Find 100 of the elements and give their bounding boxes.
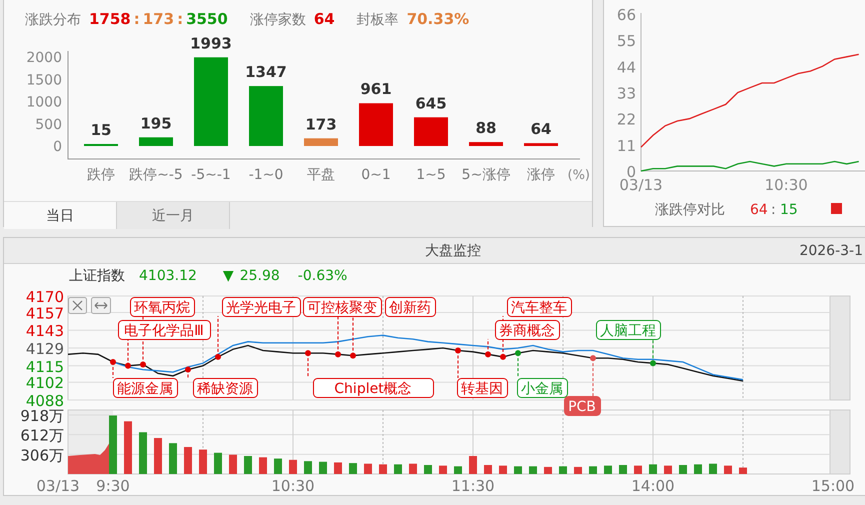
index-percent: -0.63% — [298, 268, 348, 284]
volume-bar — [454, 466, 462, 474]
axis-tick-label: 22 — [616, 110, 636, 129]
bar — [414, 117, 448, 146]
volume-bar — [184, 447, 192, 474]
bar — [139, 137, 173, 146]
volume-bar — [604, 466, 612, 474]
axis-tick-label: 15:00 — [811, 477, 855, 495]
category-label: 跌停 — [87, 167, 115, 183]
volume-bar — [334, 462, 342, 474]
axis-tick-label: 9:30 — [96, 477, 130, 495]
volume-bar — [169, 443, 177, 474]
volume-bar — [694, 464, 702, 474]
tab[interactable]: 近一月 — [117, 202, 230, 229]
concept-tag[interactable]: 可控核聚变 — [303, 297, 382, 317]
volume-bar — [619, 465, 627, 474]
bar-value-label: 1993 — [190, 34, 232, 52]
volume-bar — [649, 464, 657, 474]
concept-tag[interactable]: 券商概念 — [495, 320, 560, 340]
axis-tick-label: 4157 — [26, 304, 64, 322]
summary-value: : — [134, 10, 140, 28]
volume-bar — [499, 466, 507, 474]
axis-tick-label: 4102 — [26, 374, 64, 392]
volume-bar — [379, 464, 387, 474]
bar-value-label: 173 — [305, 115, 337, 134]
category-label: 1~5 — [416, 167, 446, 183]
bar-value-label: 15 — [90, 121, 112, 139]
date-label: 2026-3-1 — [799, 242, 863, 258]
volume-bar — [214, 452, 222, 474]
axis-tick-label: 1000 — [26, 94, 62, 110]
volume-bar — [514, 466, 522, 474]
volume-bar — [739, 468, 747, 474]
concept-tag[interactable]: PCB — [564, 396, 601, 416]
legend-value: 64 — [750, 202, 768, 218]
concept-tag[interactable]: 小金属 — [517, 378, 568, 398]
concept-tag[interactable]: 人脑工程 — [596, 320, 661, 340]
volume-bar — [544, 466, 552, 474]
legend-swatch — [831, 203, 842, 214]
bar — [249, 86, 283, 146]
volume-bar — [724, 466, 732, 474]
axis-tick-label: 03/13 — [36, 477, 80, 495]
axis-tick-label: 14:00 — [631, 477, 675, 495]
bar-value-label: 961 — [360, 80, 392, 98]
concept-tag[interactable]: 能源金属 — [113, 378, 178, 398]
volume-bar — [154, 438, 162, 474]
axis-unit-label: (%) — [568, 168, 590, 183]
concept-tag[interactable]: 光学光电子 — [222, 297, 301, 317]
panel-title: 大盘监控 — [425, 242, 481, 260]
axis-tick-label: 4115 — [26, 358, 64, 376]
legend-separator: : — [771, 202, 776, 218]
change-arrow: ▼ — [222, 268, 234, 284]
axis-tick-label: 0 — [53, 139, 62, 155]
tab[interactable]: 当日 — [4, 202, 117, 229]
volume-bar — [244, 456, 252, 474]
concept-tag[interactable]: 稀缺资源 — [193, 378, 258, 398]
summary-value: 64 — [314, 10, 335, 28]
bar-value-label: 195 — [140, 114, 172, 132]
axis-tick-label: 4143 — [26, 322, 64, 340]
legend-label: 涨跌停对比 — [655, 202, 725, 218]
axis-tick-label: 66 — [616, 6, 636, 24]
concept-tag[interactable]: 电子化学品Ⅲ — [118, 320, 211, 340]
axis-tick-label: 10:30 — [764, 176, 808, 194]
volume-bar — [424, 465, 432, 474]
category-label: -1~0 — [248, 167, 284, 183]
axis-tick-label: 2000 — [26, 50, 62, 66]
volume-bar — [679, 465, 687, 474]
summary-value: 70.33% — [406, 10, 470, 28]
axis-tick-label: 4170 — [26, 288, 64, 306]
volume-bar — [109, 416, 117, 474]
concept-tag[interactable]: 环氧丙烷 — [130, 297, 195, 317]
expand-button[interactable] — [91, 297, 111, 314]
category-label: 跌停~-5 — [129, 167, 183, 183]
axis-tick-label: 612万 — [20, 426, 64, 445]
close-button[interactable] — [68, 297, 87, 314]
volume-bar — [559, 466, 567, 474]
volume-bar — [124, 421, 132, 474]
axis-tick-label: 4129 — [26, 340, 64, 358]
category-label: 涨停 — [527, 167, 555, 183]
bar — [359, 103, 393, 146]
bar-value-label: 64 — [530, 120, 552, 138]
category-label: 平盘 — [307, 167, 335, 183]
category-label: 5~涨停 — [462, 167, 510, 183]
volume-bar — [529, 466, 537, 474]
axis-tick-label: 44 — [616, 58, 636, 76]
volume-bar — [634, 466, 642, 474]
volume-bar — [304, 461, 312, 474]
axis-tick-label: 500 — [35, 116, 62, 133]
bar-value-label: 88 — [476, 119, 496, 138]
concept-tag[interactable]: 创新药 — [385, 297, 436, 317]
index-price: 4103.12 — [139, 268, 197, 284]
bar — [524, 143, 558, 146]
bar — [469, 142, 503, 146]
volume-bar — [139, 432, 147, 474]
concept-tag[interactable]: 汽车整车 — [507, 297, 572, 317]
concept-tag[interactable]: 转基因 — [457, 378, 508, 398]
volume-bar — [319, 462, 327, 474]
axis-tick-label: 10:30 — [271, 477, 315, 495]
axis-tick-label: 55 — [616, 32, 636, 50]
concept-tag[interactable]: Chiplet概念 — [313, 378, 434, 398]
bar-value-label: 1347 — [245, 63, 287, 82]
